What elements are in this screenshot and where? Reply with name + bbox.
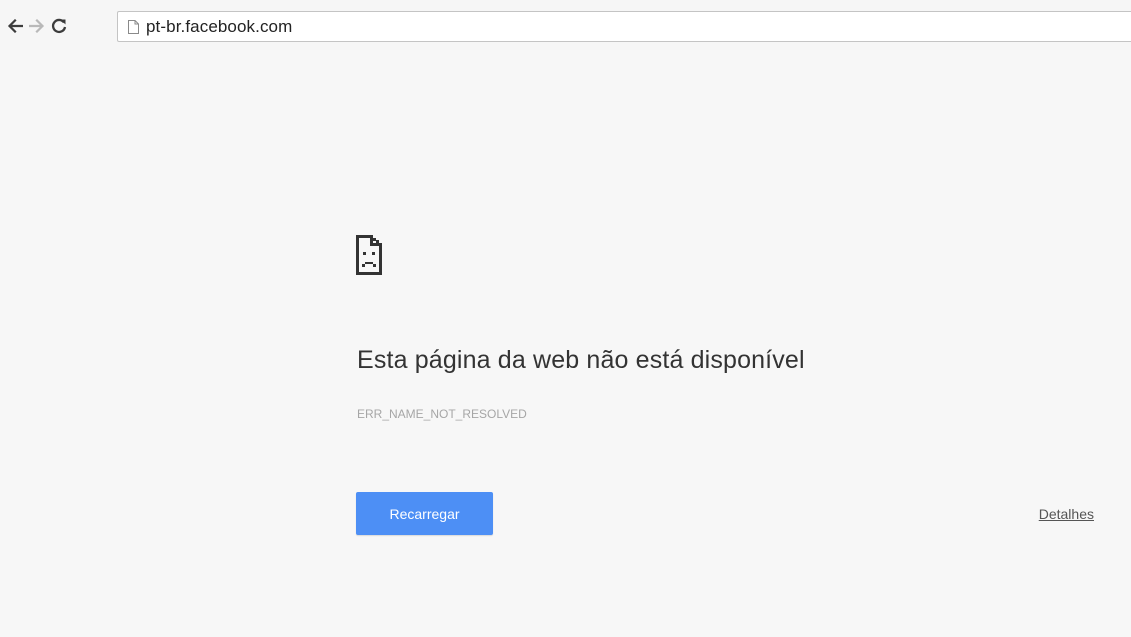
forward-button[interactable] xyxy=(26,15,48,37)
forward-arrow-icon xyxy=(29,19,45,33)
sad-page-icon xyxy=(356,235,382,275)
reload-page-button[interactable]: Recarregar xyxy=(356,492,493,535)
browser-toolbar: pt-br.facebook.com xyxy=(0,0,1131,50)
error-page: Esta página da web não está disponível E… xyxy=(0,50,1131,637)
page-icon xyxy=(128,20,139,34)
back-arrow-icon xyxy=(7,19,23,33)
url-text[interactable]: pt-br.facebook.com xyxy=(146,17,292,37)
error-heading: Esta página da web não está disponível xyxy=(357,346,805,374)
details-link[interactable]: Detalhes xyxy=(1039,506,1094,522)
back-button[interactable] xyxy=(4,15,26,37)
error-code: ERR_NAME_NOT_RESOLVED xyxy=(357,407,527,421)
reload-button[interactable] xyxy=(48,15,70,37)
address-bar[interactable]: pt-br.facebook.com xyxy=(117,11,1131,42)
reload-icon xyxy=(51,18,67,34)
